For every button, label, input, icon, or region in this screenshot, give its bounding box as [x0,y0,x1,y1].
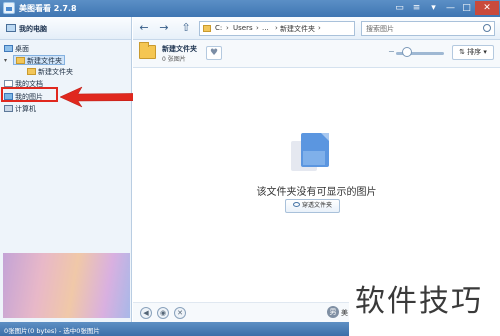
sidebar-item-new-folder[interactable]: 新建文件夹 [13,55,65,65]
favorite-button[interactable]: ♥ [206,46,222,60]
sidebar-header[interactable]: 我的电脑 [0,17,131,40]
skin-button[interactable]: ▭ [392,1,407,15]
sidebar-item-label: 计算机 [15,105,36,113]
sort-label: 排序 [467,48,482,56]
desktop-icon [4,45,13,52]
chevron-right-icon: › [275,24,278,32]
sort-button[interactable]: ⇅ 排序 ▾ [452,45,494,60]
sidebar-item-desktop[interactable]: 桌面 [4,44,29,54]
browse-label: 穿透文件夹 [301,202,332,209]
sidebar-item-label: 新建文件夹 [27,57,62,65]
back-button[interactable]: ← [137,21,151,35]
minimize-button[interactable]: — [443,1,458,15]
chevron-right-icon: › [226,24,229,32]
sidebar-item-label: 桌面 [15,45,29,53]
maximize-button[interactable]: □ [459,1,474,15]
breadcrumb-segment[interactable]: 新建文件夹 [280,24,315,34]
folder-icon [16,57,25,64]
zoom-slider-handle[interactable] [401,47,412,57]
highlight-box [1,87,58,102]
browse-subfolders-button[interactable]: 穿透文件夹 [285,199,340,213]
sidebar-header-label: 我的电脑 [19,25,47,33]
breadcrumb-segment[interactable]: C: [215,24,222,32]
sidebar-item-label: 新建文件夹 [38,68,73,76]
folder-info-bar: 新建文件夹 0 张图片 ♥ − ⇅ 排序 ▾ [133,40,500,68]
documents-icon [4,80,13,87]
watermark: 软件技巧 [349,256,500,336]
empty-folder-illustration [291,133,329,171]
toolbar: ← → ⇧ C: › Users › ... › 新建文件夹 › 搜索图片 [133,17,500,40]
breadcrumb-segment[interactable]: Users [233,24,253,32]
app-icon [3,2,15,14]
search-placeholder: 搜索图片 [366,25,394,33]
status-text: 0张图片(0 bytes) - 选中0张图片 [4,327,100,335]
sidebar: 我的电脑 桌面 ▾ 新建文件夹 新建文件夹 我的文档 我的图片 计算机 [0,17,132,322]
window-title: 美图看看 2.7.8 [19,4,77,13]
search-icon[interactable] [483,24,491,32]
clear-button[interactable]: ✕ [174,307,186,319]
user-text: 美 [341,309,348,317]
record-button[interactable]: ◉ [157,307,169,319]
zoom-out-icon: − [388,47,395,56]
up-button[interactable]: ⇧ [179,21,193,35]
dropdown-button[interactable]: ▾ [426,1,441,15]
empty-message: 该文件夹没有可显示的图片 [256,187,377,198]
chevron-right-icon: › [256,24,259,32]
previous-button[interactable]: ◀ [140,307,152,319]
close-button[interactable]: ✕ [475,1,499,15]
watermark-text: 软件技巧 [355,284,483,319]
computer-icon [6,24,16,32]
folder-icon [27,68,36,75]
folder-name: 新建文件夹 [162,45,197,53]
eye-icon [292,202,300,207]
folder-icon [139,42,156,59]
chevron-down-icon: ▾ [481,48,487,56]
sidebar-item-computer[interactable]: 计算机 [4,104,36,114]
sidebar-item-new-folder-child[interactable]: 新建文件夹 [27,67,73,77]
user-avatar[interactable]: 男 [327,306,339,318]
folder-icon [203,25,211,32]
address-bar[interactable]: C: › Users › ... › 新建文件夹 › [199,21,355,36]
expand-arrow-icon[interactable]: ▾ [4,57,7,64]
forward-button[interactable]: → [157,21,171,35]
preview-thumbnail [3,253,130,318]
computer-icon [4,105,13,112]
breadcrumb-segment[interactable]: ... [262,24,269,32]
image-count: 0 张图片 [162,56,186,63]
chevron-right-icon: › [318,24,321,32]
sort-icon: ⇅ [459,48,468,56]
menu-button[interactable]: ≡ [409,1,424,15]
title-bar: 美图看看 2.7.8 ▭ ≡ ▾ — □ ✕ [0,0,500,17]
search-input[interactable]: 搜索图片 [361,21,495,36]
